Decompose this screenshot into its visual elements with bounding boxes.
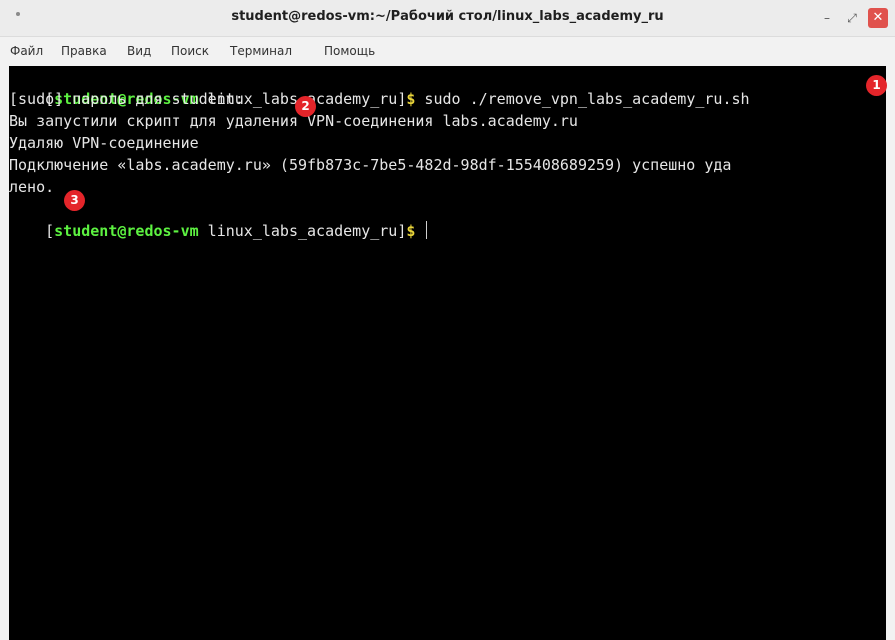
prompt-directory: linux_labs_academy_ru] <box>198 222 407 240</box>
menu-file[interactable]: Файл <box>10 44 43 58</box>
command-text: sudo ./remove_vpn_labs_academy_ru.sh <box>415 90 750 108</box>
terminal-line-sudo: [sudo] пароль для student: <box>9 90 244 108</box>
prompt-user-host: student@redos-vm <box>54 222 199 240</box>
prompt-open-bracket: [ <box>45 222 55 240</box>
terminal-line-success-wrap: лено. <box>9 178 55 196</box>
menu-search[interactable]: Поиск <box>171 44 209 58</box>
terminal-area[interactable]: [student@redos-vm linux_labs_academy_ru]… <box>9 66 886 640</box>
menu-view[interactable]: Вид <box>127 44 151 58</box>
callout-marker-2: 2 <box>295 96 316 117</box>
close-button[interactable]: ✕ <box>868 8 888 28</box>
callout-marker-3: 3 <box>64 190 85 211</box>
text-cursor <box>426 221 428 239</box>
menu-terminal[interactable]: Терминал <box>230 44 292 58</box>
terminal-line-removing: Удаляю VPN-соединение <box>9 134 199 152</box>
terminal-line-started: Вы запустили скрипт для удаления VPN-сое… <box>9 112 578 130</box>
menubar: Файл Правка Вид Поиск Терминал Помощь <box>0 37 895 65</box>
window-titlebar: student@redos-vm:~/Рабочий стол/linux_la… <box>0 0 895 37</box>
minimize-button[interactable]: – <box>818 9 836 27</box>
maximize-button[interactable]: ⤢ <box>843 9 861 27</box>
terminal-line-success: Подключение «labs.academy.ru» (59fb873c-… <box>9 156 732 174</box>
callout-marker-1: 1 <box>866 75 887 96</box>
window-title: student@redos-vm:~/Рабочий стол/linux_la… <box>231 9 664 24</box>
menu-edit[interactable]: Правка <box>61 44 107 58</box>
menu-help[interactable]: Помощь <box>324 44 375 58</box>
